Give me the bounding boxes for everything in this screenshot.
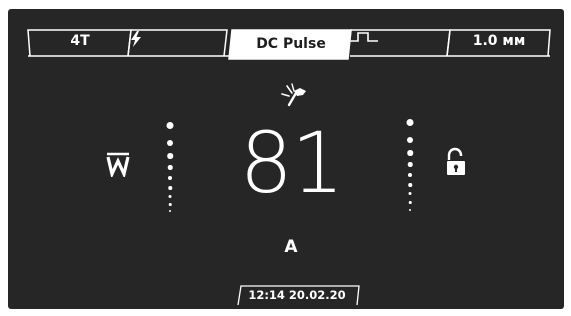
pulse-wave-icon — [350, 32, 378, 42]
welder-display-screen: 4T DC Pulse 1.0 мм 81 A 12:14 20.02.20 — [8, 9, 564, 309]
left-level-indicator — [165, 119, 175, 219]
right-level-indicator — [405, 119, 415, 219]
tab-wire-diameter[interactable]: 1.0 мм — [449, 31, 549, 51]
tungsten-electrode-icon — [105, 151, 131, 181]
main-value-display: 81 — [239, 114, 345, 212]
tab-lightning[interactable] — [130, 31, 226, 51]
unit-label: A — [284, 237, 298, 257]
tab-dc-pulse[interactable]: DC Pulse — [232, 34, 350, 54]
mode-tab-bar: 4T DC Pulse 1.0 мм — [8, 9, 564, 69]
datetime-box: 12:14 20.02.20 — [232, 284, 362, 306]
tig-torch-icon — [279, 81, 309, 113]
datetime-text: 12:14 20.02.20 — [248, 288, 346, 302]
lightning-icon — [131, 31, 141, 47]
tab-pulse-wave[interactable] — [350, 31, 448, 51]
tab-4t[interactable]: 4T — [30, 31, 130, 51]
unlock-icon[interactable] — [445, 147, 467, 181]
